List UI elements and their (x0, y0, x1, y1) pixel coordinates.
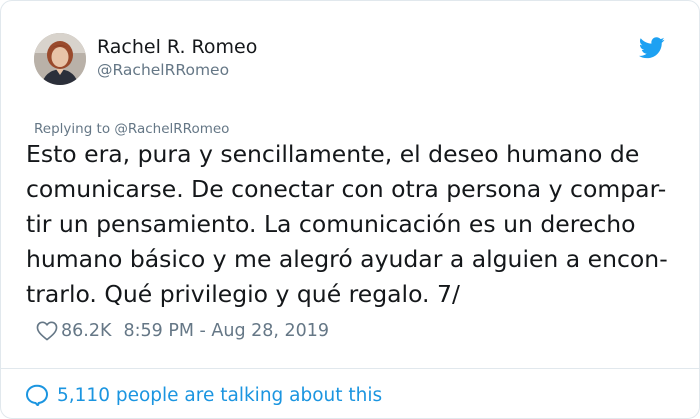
avatar[interactable] (34, 33, 86, 85)
speech-bubble-icon (25, 384, 49, 407)
tweet-text: Esto era, pura y sencillamente, el deseo… (26, 137, 686, 312)
tweet-text-line: humano básico y me alegró ayudar a algui… (26, 245, 668, 273)
twitter-bird-icon[interactable] (638, 37, 665, 59)
author-names: Rachel R. Romeo @RachelRRomeo (97, 35, 257, 80)
tweet-text-line: trarlo. Qué privilegio y qué regalo. 7/ (26, 280, 460, 308)
author-display-name[interactable]: Rachel R. Romeo (97, 35, 257, 59)
replying-to[interactable]: Replying to @RachelRRomeo (34, 120, 229, 138)
like-count[interactable]: 86.2K (61, 321, 111, 341)
author-handle[interactable]: @RachelRRomeo (97, 60, 257, 80)
tweet-card: Rachel R. Romeo @RachelRRomeo Replying t… (0, 0, 700, 419)
heart-icon[interactable] (36, 321, 58, 341)
tweet-text-line: comunicarse. De conectar con otra person… (26, 175, 667, 203)
tweet-text-line: tir un pensamiento. La comunicación es u… (26, 210, 636, 238)
conversation-link[interactable]: 5,110 people are talking about this (25, 382, 382, 408)
divider (1, 368, 699, 369)
tweet-header: Rachel R. Romeo @RachelRRomeo (34, 33, 671, 89)
conversation-text[interactable]: 5,110 people are talking about this (57, 385, 382, 406)
tweet-meta: 86.2K 8:59 PM - Aug 28, 2019 (36, 318, 329, 344)
tweet-text-line: Esto era, pura y sencillamente, el deseo… (26, 140, 640, 168)
tweet-timestamp[interactable]: 8:59 PM - Aug 28, 2019 (123, 321, 329, 341)
